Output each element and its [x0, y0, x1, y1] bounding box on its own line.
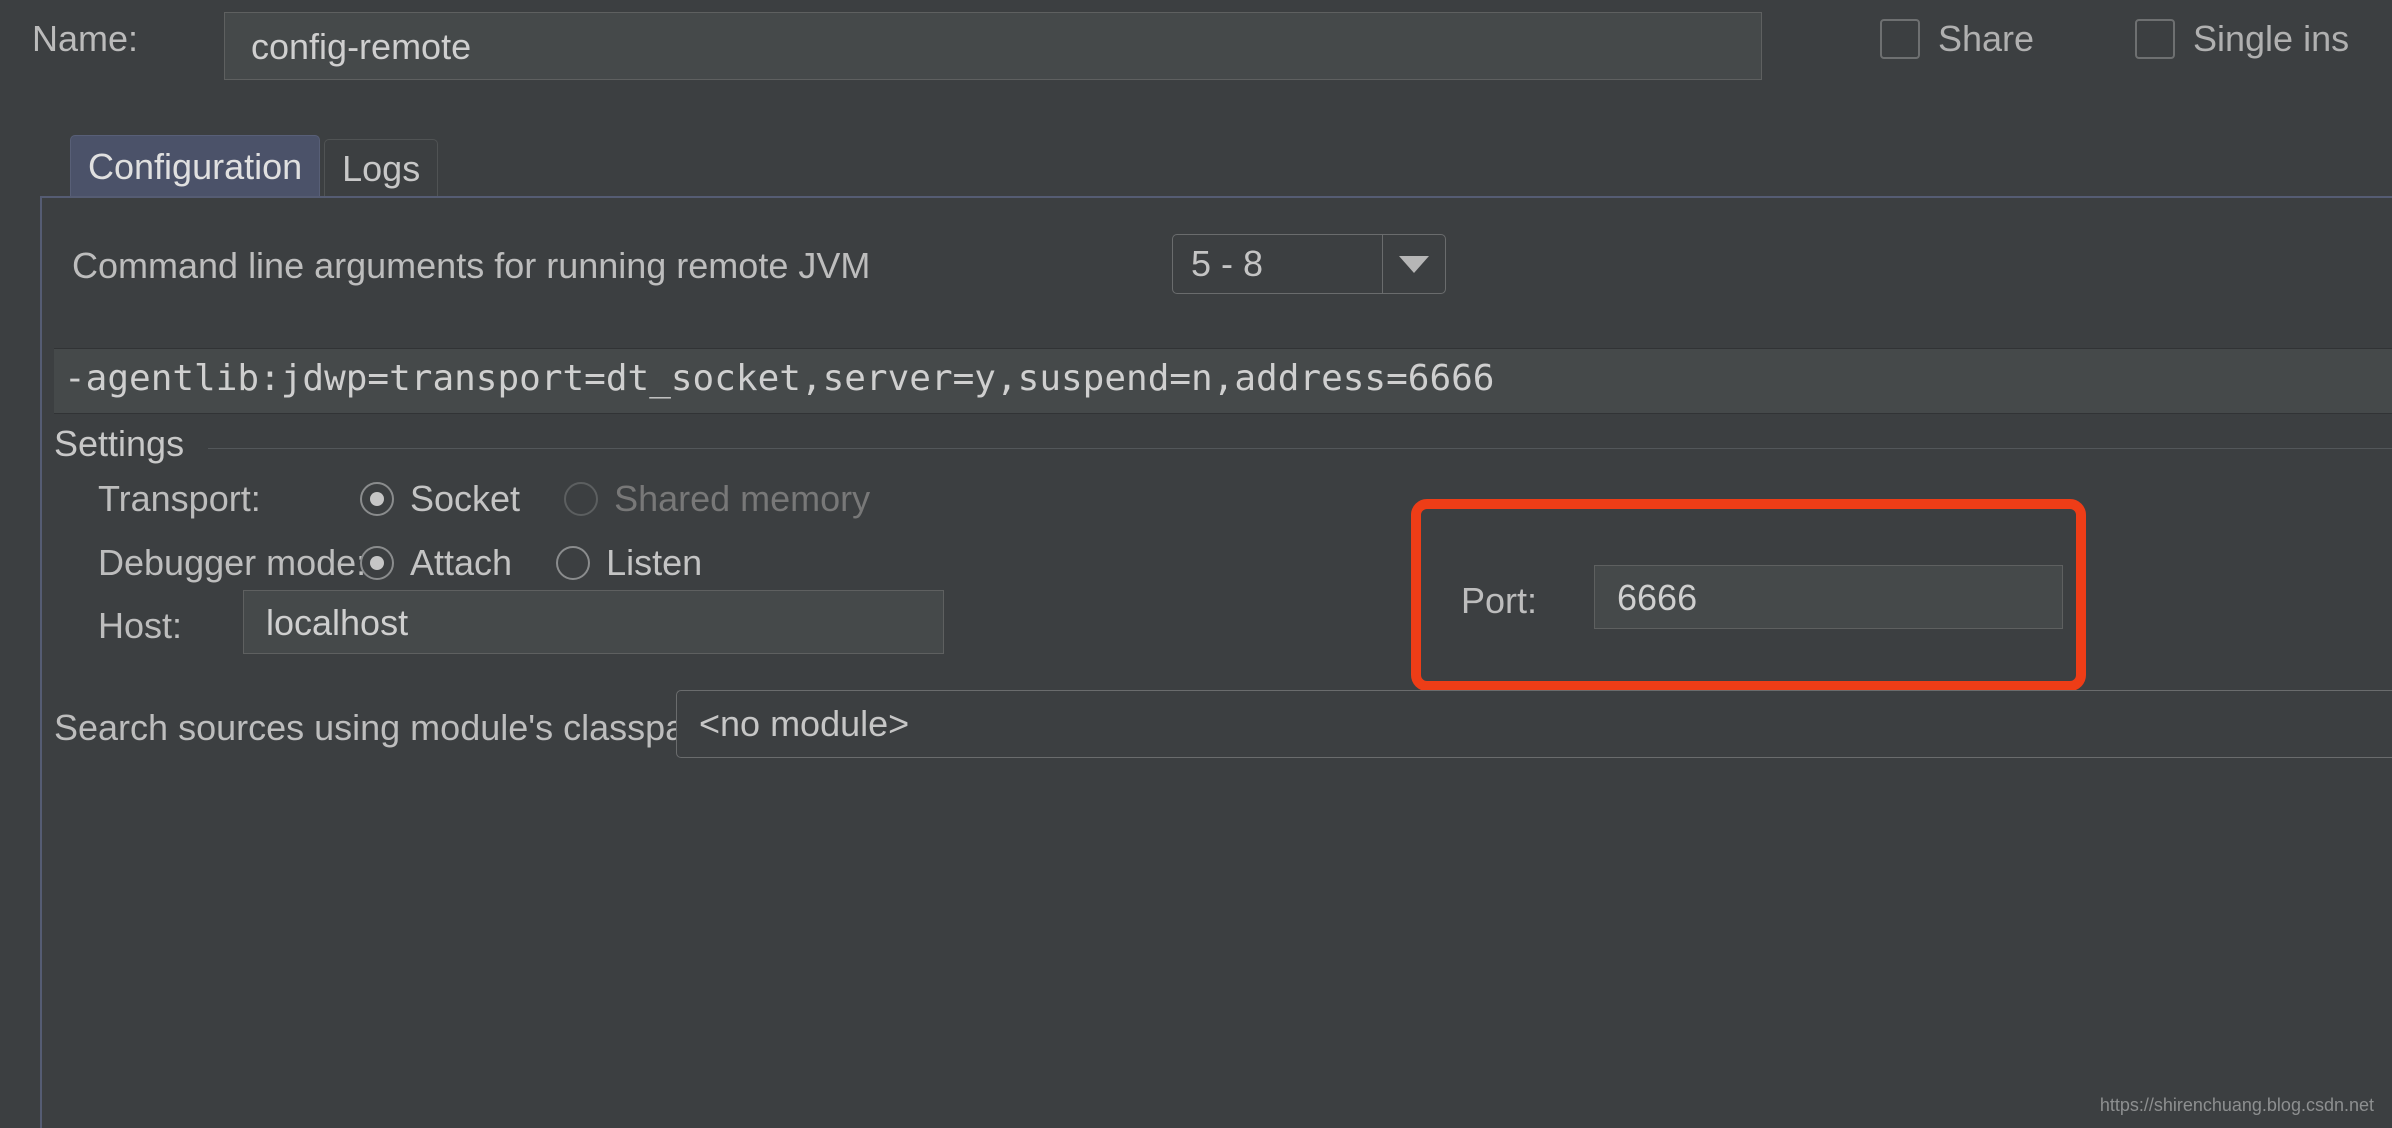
- command-line-field[interactable]: -agentlib:jdwp=transport=dt_socket,serve…: [54, 348, 2392, 414]
- command-line-value: -agentlib:jdwp=transport=dt_socket,serve…: [64, 358, 1495, 399]
- debugger-mode-label: Debugger mode:: [98, 542, 367, 583]
- transport-row: Transport: Socket Shared memory: [98, 478, 870, 520]
- radio-icon-socket[interactable]: [360, 482, 394, 516]
- transport-option-socket[interactable]: Socket: [360, 478, 520, 520]
- module-classpath-dropdown[interactable]: <no module>: [676, 690, 2392, 758]
- single-instance-checkbox[interactable]: Single ins: [2135, 18, 2349, 60]
- host-input-value: localhost: [266, 602, 409, 643]
- host-label: Host:: [98, 605, 183, 646]
- module-classpath-dropdown-value: <no module>: [699, 703, 910, 744]
- share-checkbox-label: Share: [1938, 18, 2035, 59]
- tab-logs[interactable]: Logs: [324, 139, 439, 197]
- configuration-panel: Command line arguments for running remot…: [40, 196, 2392, 1128]
- radio-icon-shared-memory: [564, 482, 599, 516]
- debugger-mode-option-listen[interactable]: Listen: [556, 542, 702, 584]
- single-instance-checkbox-box[interactable]: [2135, 19, 2175, 59]
- debugger-mode-option-attach[interactable]: Attach: [360, 542, 512, 584]
- debugger-mode-option-attach-label: Attach: [410, 542, 513, 583]
- name-input-value: config-remote: [251, 26, 472, 67]
- jvm-version-dropdown[interactable]: 5 - 8: [1172, 234, 1446, 294]
- transport-option-shared-memory-label: Shared memory: [614, 478, 871, 519]
- name-input[interactable]: config-remote: [224, 12, 1762, 80]
- transport-label: Transport:: [98, 478, 261, 519]
- port-input[interactable]: 6666: [1594, 565, 2063, 629]
- share-checkbox-box[interactable]: [1880, 19, 1920, 59]
- single-instance-checkbox-label: Single ins: [2193, 18, 2350, 59]
- search-sources-label: Search sources using module's classpath:: [54, 707, 726, 748]
- jvm-args-label: Command line arguments for running remot…: [72, 245, 871, 286]
- radio-icon-attach[interactable]: [360, 546, 394, 580]
- jvm-version-dropdown-value: 5 - 8: [1191, 243, 1264, 284]
- debugger-mode-row: Debugger mode: Attach Listen: [98, 542, 702, 584]
- transport-option-socket-label: Socket: [410, 478, 521, 519]
- port-label: Port:: [1461, 580, 1538, 621]
- host-input[interactable]: localhost: [243, 590, 944, 654]
- radio-icon-listen[interactable]: [556, 546, 591, 580]
- tab-configuration[interactable]: Configuration: [70, 135, 321, 197]
- name-row: Name: config-remote Share Single ins: [0, 0, 2392, 98]
- name-label: Name:: [32, 18, 139, 59]
- watermark: https://shirenchuang.blog.csdn.net: [2099, 1095, 2374, 1115]
- share-checkbox[interactable]: Share: [1880, 18, 2034, 60]
- tab-logs-label: Logs: [342, 147, 421, 189]
- transport-option-shared-memory: Shared memory: [564, 478, 870, 520]
- tab-bar: Configuration Logs: [70, 135, 439, 197]
- settings-group-separator: [208, 448, 2392, 449]
- chevron-down-icon[interactable]: [1382, 235, 1445, 293]
- chevron-down-glyph: [1399, 255, 1429, 273]
- debugger-mode-option-listen-label: Listen: [606, 542, 703, 583]
- tab-configuration-label: Configuration: [88, 145, 303, 187]
- port-input-value: 6666: [1617, 577, 1698, 618]
- settings-group-title: Settings: [54, 423, 185, 464]
